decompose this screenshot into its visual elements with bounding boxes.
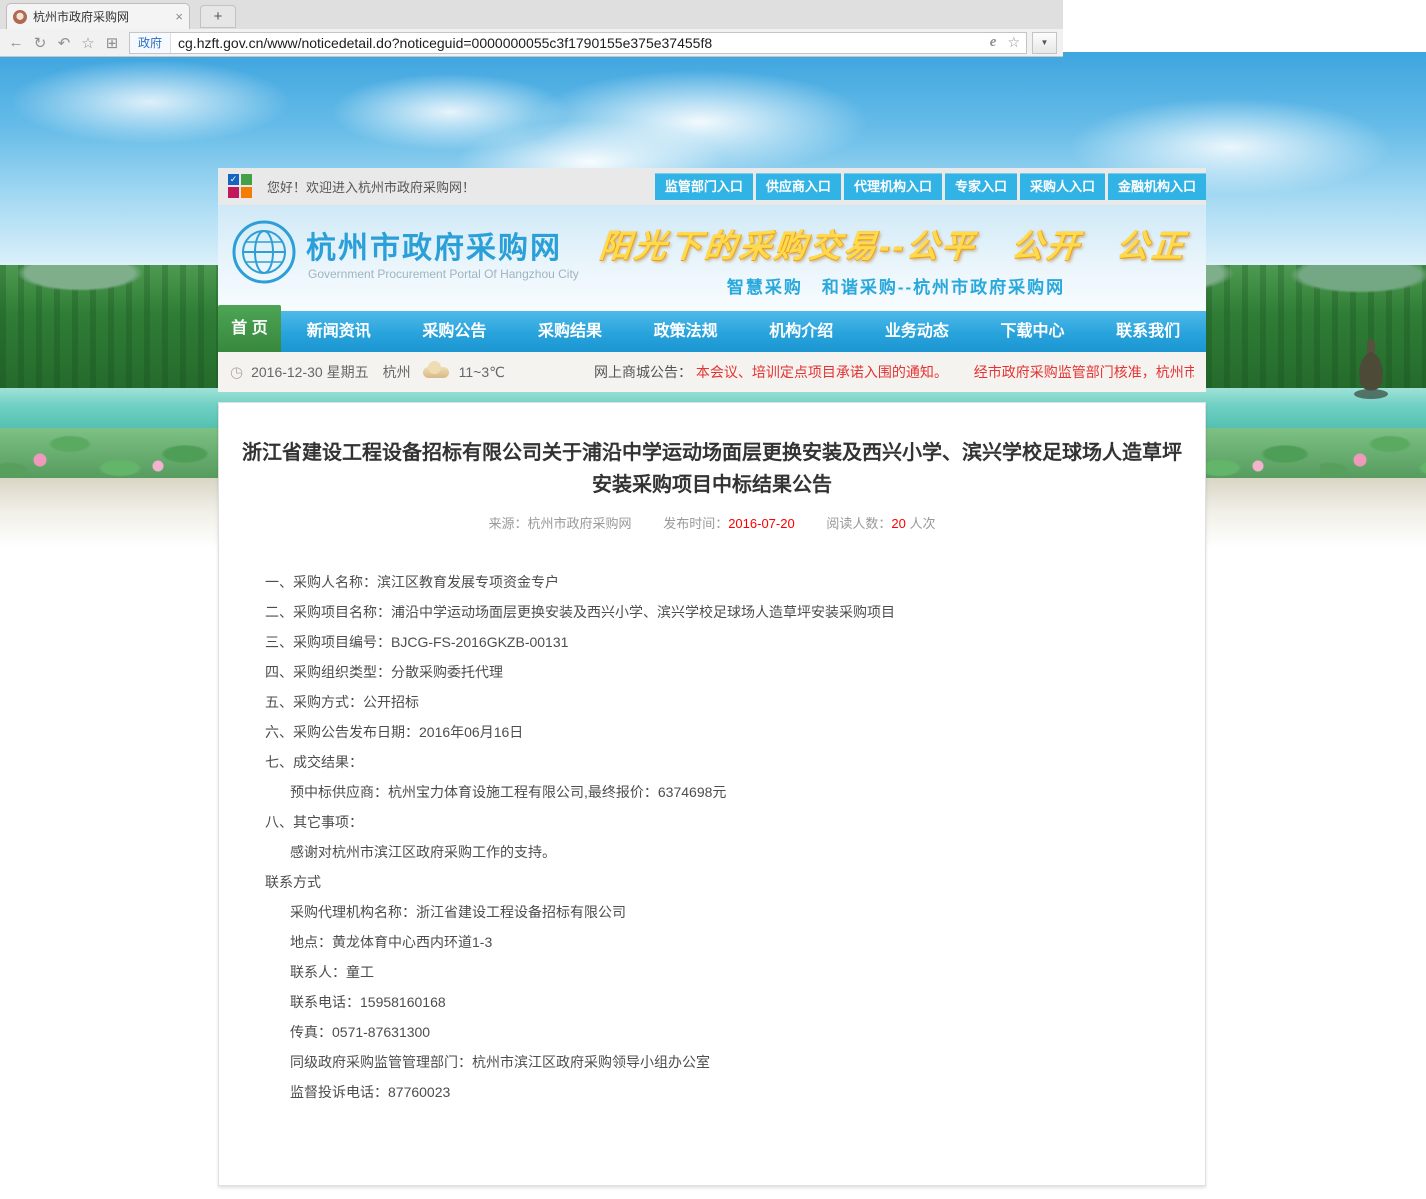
new-tab-button[interactable]: + [200, 5, 236, 28]
info-bar: ◷ 2016-12-30 星期五 杭州 11~3℃ 网上商城公告： 本会议、培训… [218, 352, 1206, 392]
refresh-icon[interactable]: ↻ [28, 34, 52, 52]
site-favicon-icon [13, 10, 27, 24]
reads-count: 20 [891, 516, 905, 531]
article-panel: 浙江省建设工程设备招标有限公司关于浦沿中学运动场面层更换安装及西兴小学、滨兴学校… [218, 402, 1206, 1186]
orange-square-icon [241, 187, 252, 198]
article-paragraph: 地点：黄龙体育中心西内环道1-3 [265, 935, 1159, 949]
nav-item-procurement-notices[interactable]: 采购公告 [397, 311, 513, 352]
nav-item-procurement-results[interactable]: 采购结果 [512, 311, 628, 352]
site-name: 杭州市政府采购网 [306, 223, 562, 267]
article-paragraph: 七、成交结果： [265, 755, 1159, 769]
purchaser-entry-button[interactable]: 采购人入口 [1020, 173, 1105, 200]
nav-item-business[interactable]: 业务动态 [859, 311, 975, 352]
tab-close-icon[interactable]: × [175, 9, 183, 24]
article-paragraph: 六、采购公告发布日期：2016年06月16日 [265, 725, 1159, 739]
article-paragraph: 预中标供应商：杭州宝力体育设施工程有限公司,最终报价：6374698元 [265, 785, 1159, 799]
check-square-icon: ✓ [228, 174, 239, 185]
article-paragraph: 八、其它事项： [265, 815, 1159, 829]
welcome-text: 您好！欢迎进入杭州市政府采购网！ [267, 177, 475, 196]
article-paragraph: 三、采购项目编号：BJCG-FS-2016GKZB-00131 [265, 635, 1159, 649]
nav-item-news[interactable]: 新闻资讯 [281, 311, 397, 352]
url-text[interactable]: cg.hzft.gov.cn/www/noticedetail.do?notic… [171, 35, 985, 51]
article-paragraph: 联系电话：15958160168 [265, 995, 1159, 1009]
weather-cloud-icon [423, 367, 449, 378]
site-subtitle: Government Procurement Portal Of Hangzho… [308, 267, 579, 281]
green-square-icon [241, 174, 252, 185]
article-source: 来源：杭州市政府采购网 [489, 516, 632, 531]
welcome-bar: ✓ 您好！欢迎进入杭州市政府采购网！ 监管部门入口 供应商入口 代理机构入口 专… [218, 168, 1206, 205]
article-body: 一、采购人名称：滨江区教育发展专项资金专户 二、采购项目名称：浦沿中学运动场面层… [219, 575, 1205, 1099]
nav-item-policies[interactable]: 政策法规 [628, 311, 744, 352]
apps-grid-icon[interactable]: ⊞ [100, 34, 124, 52]
reads-unit: 人次 [909, 516, 935, 531]
article-meta: 来源：杭州市政府采购网 发布时间：2016-07-20 阅读人数：20 人次 [219, 513, 1205, 532]
magenta-square-icon [228, 187, 239, 198]
site-logo-icon [232, 220, 296, 289]
nav-item-organization[interactable]: 机构介绍 [744, 311, 860, 352]
history-icon[interactable]: ↶ [52, 34, 76, 52]
expert-entry-button[interactable]: 专家入口 [945, 173, 1017, 200]
financial-entry-button[interactable]: 金融机构入口 [1108, 173, 1206, 200]
address-bar[interactable]: 政府 cg.hzft.gov.cn/www/noticedetail.do?no… [129, 32, 1027, 54]
article-title: 浙江省建设工程设备招标有限公司关于浦沿中学运动场面层更换安装及西兴小学、滨兴学校… [240, 437, 1185, 501]
temperature-text: 11~3℃ [459, 364, 505, 381]
notice-link-1[interactable]: 本会议、培训定点项目承诺入围的通知。 [696, 364, 948, 380]
browser-tab-bar: 杭州市政府采购网 × + [0, 0, 1063, 29]
article-paragraph: 五、采购方式：公开招标 [265, 695, 1159, 709]
notice-link-2[interactable]: 经市政府采购监管部门核准，杭州市政府采购 “网上卖 [974, 364, 1194, 380]
reads-label: 阅读人数： [826, 516, 891, 531]
article-paragraph: 传真：0571-87631300 [265, 1025, 1159, 1039]
slogan-main: 阳光下的采购交易--公平 公开 公正 [596, 221, 1190, 267]
url-dropdown-button[interactable]: ▼ [1032, 32, 1057, 54]
article-paragraph: 一、采购人名称：滨江区教育发展专项资金专户 [265, 575, 1159, 589]
site-header: 杭州市政府采购网 Government Procurement Portal O… [218, 205, 1206, 311]
publish-date: 2016-07-20 [728, 516, 795, 531]
bookmark-star-icon[interactable]: ☆ [1001, 34, 1026, 51]
browser-toolbar: ← ↻ ↶ ☆ ⊞ 政府 cg.hzft.gov.cn/www/noticede… [0, 29, 1063, 57]
nav-item-contact[interactable]: 联系我们 [1090, 311, 1206, 352]
article-paragraph: 联系方式 [265, 875, 1159, 889]
entry-buttons: 监管部门入口 供应商入口 代理机构入口 专家入口 采购人入口 金融机构入口 [655, 173, 1206, 200]
regulator-entry-button[interactable]: 监管部门入口 [655, 173, 753, 200]
date-text: 2016-12-30 星期五 [251, 362, 369, 382]
browser-tab[interactable]: 杭州市政府采购网 × [6, 3, 190, 29]
article-paragraph: 同级政府采购监管管理部门：杭州市滨江区政府采购领导小组办公室 [265, 1055, 1159, 1069]
colored-squares-icon: ✓ [228, 174, 253, 199]
favorites-star-icon[interactable]: ☆ [76, 34, 100, 52]
publish-label: 发布时间： [663, 516, 728, 531]
site-category-badge: 政府 [130, 33, 171, 53]
city-text: 杭州 [383, 362, 411, 382]
article-paragraph: 采购代理机构名称：浙江省建设工程设备招标有限公司 [265, 905, 1159, 919]
pagoda-silhouette [1350, 336, 1392, 439]
article-paragraph: 联系人：童工 [265, 965, 1159, 979]
clock-icon: ◷ [230, 363, 243, 381]
nav-item-home[interactable]: 首 页 [218, 305, 281, 352]
article-paragraph: 四、采购组织类型：分散采购委托代理 [265, 665, 1159, 679]
tab-title: 杭州市政府采购网 [33, 8, 169, 25]
supplier-entry-button[interactable]: 供应商入口 [756, 173, 841, 200]
article-paragraph: 监督投诉电话：87760023 [265, 1085, 1159, 1099]
nav-item-downloads[interactable]: 下载中心 [975, 311, 1091, 352]
notice-label: 网上商城公告： [594, 364, 692, 380]
slogan-sub: 智慧采购 和谐采购--杭州市政府采购网 [646, 273, 1146, 298]
notice-ticker: 网上商城公告： 本会议、培训定点项目承诺入围的通知。 经市政府采购监管部门核准，… [594, 362, 1194, 382]
article-paragraph: 二、采购项目名称：浦沿中学运动场面层更换安装及西兴小学、滨兴学校足球场人造草坪安… [265, 605, 1159, 619]
main-navigation: 首 页 新闻资讯 采购公告 采购结果 政策法规 机构介绍 业务动态 下载中心 联… [218, 311, 1206, 352]
agency-entry-button[interactable]: 代理机构入口 [844, 173, 942, 200]
ie-compatibility-icon[interactable]: e [985, 34, 1002, 51]
article-paragraph: 感谢对杭州市滨江区政府采购工作的支持。 [265, 845, 1159, 859]
browser-window: 杭州市政府采购网 × + ← ↻ ↶ ☆ ⊞ 政府 cg.hzft.gov.cn… [0, 0, 1063, 57]
back-icon[interactable]: ← [4, 34, 28, 51]
